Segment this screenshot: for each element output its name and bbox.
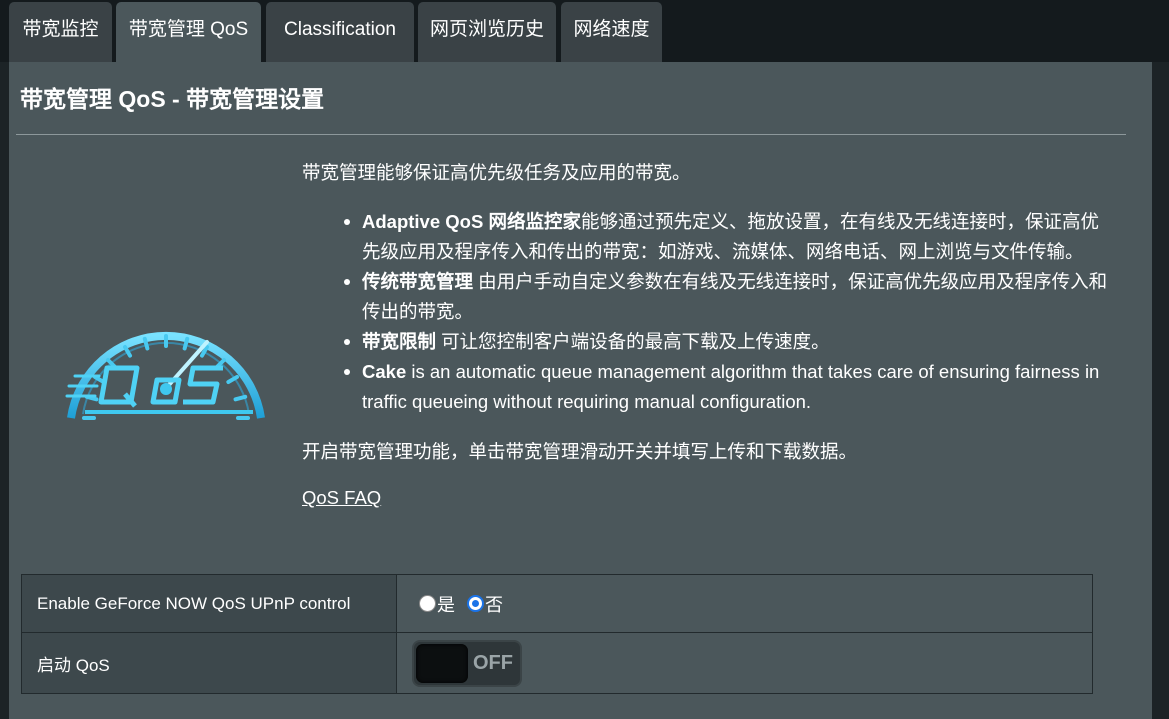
geforce-now-radio-group: 是 否 bbox=[419, 591, 1092, 617]
tab-bar: 带宽监控 带宽管理 QoS Classification 网页浏览历史 网络速度 bbox=[0, 0, 1169, 62]
enable-qos-value: OFF bbox=[396, 632, 1093, 694]
tab-web-history[interactable]: 网页浏览历史 bbox=[418, 2, 556, 62]
list-item-adaptive-qos: Adaptive QoS 网络监控家能够通过预先定义、拖放设置，在有线及无线连接… bbox=[344, 207, 1112, 267]
tab-qos[interactable]: 带宽管理 QoS bbox=[116, 2, 261, 62]
bullet-title: 传统带宽管理 bbox=[362, 271, 474, 292]
bullet-text: 可让您控制客户端设备的最高下载及上传速度。 bbox=[436, 331, 830, 352]
intro-text: 带宽管理能够保证高优先级任务及应用的带宽。 bbox=[302, 162, 691, 183]
geforce-now-value: 是 否 bbox=[396, 574, 1093, 633]
enable-instruction: 开启带宽管理功能，单击带宽管理滑动开关并填写上传和下载数据。 bbox=[302, 441, 858, 462]
geforce-now-label: Enable GeForce NOW QoS UPnP control bbox=[21, 574, 397, 633]
qos-settings-table: Enable GeForce NOW QoS UPnP control 是 否 … bbox=[21, 574, 1093, 694]
toggle-state-label: OFF bbox=[473, 651, 513, 674]
radio-yes-label[interactable]: 是 bbox=[437, 591, 455, 617]
list-item-bandwidth-limiter: 带宽限制 可让您控制客户端设备的最高下载及上传速度。 bbox=[344, 327, 1112, 357]
toggle-knob bbox=[416, 643, 468, 683]
bullet-title: Adaptive QoS 网络监控家 bbox=[362, 211, 581, 232]
list-item-traditional-qos: 传统带宽管理 由用户手动自定义参数在有线及无线连接时，保证高优先级应用及程序传入… bbox=[344, 267, 1112, 327]
bullet-text: is an automatic queue management algorit… bbox=[362, 361, 1100, 412]
tab-bandwidth-monitor[interactable]: 带宽监控 bbox=[9, 2, 112, 62]
bullet-text: 由用户手动自定义参数在有线及无线连接时，保证高优先级应用及程序传入和传出的带宽。 bbox=[362, 271, 1108, 322]
tab-classification[interactable]: Classification bbox=[266, 2, 414, 62]
speedometer-tick bbox=[233, 394, 248, 402]
qos-mode-list: Adaptive QoS 网络监控家能够通过预先定义、拖放设置，在有线及无线连接… bbox=[344, 207, 1112, 417]
qos-speedometer-icon bbox=[65, 331, 265, 420]
qos-faq-link[interactable]: QoS FAQ bbox=[302, 483, 381, 513]
title-divider bbox=[16, 134, 1126, 135]
tab-network-speed[interactable]: 网络速度 bbox=[561, 2, 662, 62]
speedometer-tick bbox=[123, 344, 132, 358]
qos-toggle-switch[interactable]: OFF bbox=[412, 639, 522, 687]
page-title: 带宽管理 QoS - 带宽管理设置 bbox=[20, 86, 325, 112]
speedometer-tick bbox=[182, 336, 190, 351]
speedometer-tick bbox=[142, 336, 150, 351]
radio-yes[interactable] bbox=[419, 595, 436, 612]
bullet-title: 带宽限制 bbox=[362, 331, 437, 352]
enable-qos-row: 启动 QoS OFF bbox=[21, 632, 1093, 694]
list-item-cake: Cake is an automatic queue management al… bbox=[344, 357, 1112, 417]
qos-panel: 带宽管理 QoS - 带宽管理设置 带宽管理能够保证高优先级任务及应用的带宽。 bbox=[9, 62, 1152, 719]
geforce-now-row: Enable GeForce NOW QoS UPnP control 是 否 bbox=[21, 574, 1093, 633]
qos-description: 带宽管理能够保证高优先级任务及应用的带宽。 Adaptive QoS 网络监控家… bbox=[302, 158, 1112, 513]
radio-no[interactable] bbox=[467, 595, 484, 612]
bullet-title: Cake bbox=[362, 361, 407, 382]
radio-no-label[interactable]: 否 bbox=[485, 591, 503, 617]
enable-qos-label: 启动 QoS bbox=[21, 632, 397, 694]
